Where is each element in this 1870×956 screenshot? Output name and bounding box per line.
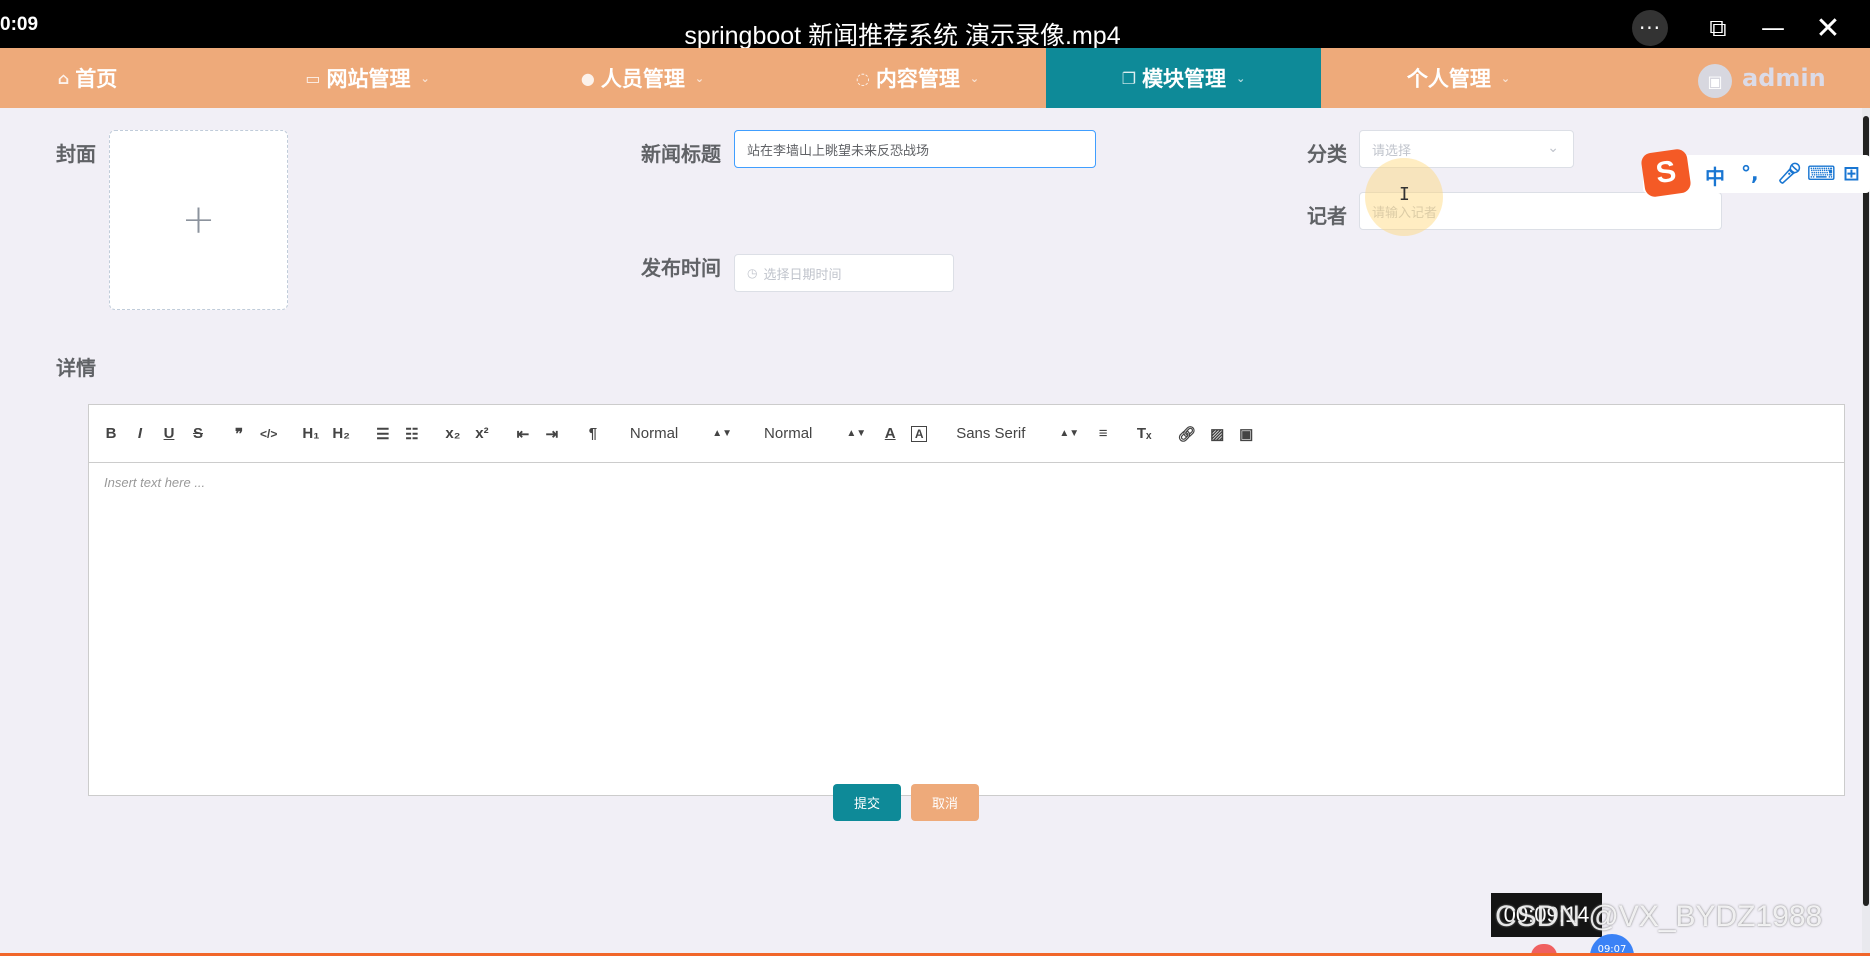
nav-item-label: 网站管理 <box>326 67 411 91</box>
copy-icon: ❐ <box>1121 68 1137 88</box>
cover-label: 封面 <box>56 142 96 166</box>
code-block-icon[interactable]: </> <box>260 427 277 441</box>
text-cursor-icon: I <box>1399 184 1410 205</box>
home-icon: ⌂ <box>57 68 70 88</box>
publish-time-label: 发布时间 <box>641 256 721 280</box>
user-icon: ● <box>580 68 595 88</box>
blockquote-icon[interactable]: ❞ <box>231 425 247 443</box>
avatar[interactable]: ▣ <box>1698 64 1732 98</box>
editor-placeholder[interactable]: Insert text here ... <box>89 463 1844 502</box>
underline-icon[interactable]: U <box>161 425 177 442</box>
more-options-button[interactable]: ··· <box>1632 10 1668 46</box>
picture-in-picture-icon[interactable]: ⧉ <box>1700 10 1736 46</box>
cover-uploader[interactable]: + <box>109 130 288 310</box>
nav-item-label: 内容管理 <box>875 67 960 91</box>
scrollbar-thumb[interactable] <box>1863 116 1869 906</box>
nav-item-home[interactable]: ⌂ 首页 <box>0 48 175 108</box>
nav-item-content-management[interactable]: ◌ 内容管理 ⌄ <box>780 48 1055 108</box>
italic-icon[interactable]: I <box>132 425 148 442</box>
up-down-icon: ▲▼ <box>1059 428 1080 439</box>
player-title-bar: 0:09 springboot 新闻推荐系统 演示录像.mp4 ··· ⧉ — … <box>0 0 1870 50</box>
strike-icon[interactable]: S <box>190 425 206 442</box>
nav-item-personal-management[interactable]: 个人管理 ⌄ <box>1321 48 1596 108</box>
minimize-button[interactable]: — <box>1755 10 1791 46</box>
nav-item-label: 首页 <box>75 67 118 91</box>
ime-mode-toggle[interactable]: 中 <box>1705 161 1725 190</box>
chat-icon: ◌ <box>855 68 870 88</box>
header-1-icon[interactable]: H₁ <box>302 425 319 442</box>
nav-item-module-management[interactable]: ❐ 模块管理 ⌄ <box>1046 48 1321 108</box>
size-select-value: Normal <box>764 425 813 442</box>
image-icon[interactable]: ▨ <box>1209 425 1225 443</box>
nav-item-label: 个人管理 <box>1406 67 1491 91</box>
chevron-down-icon: ⌄ <box>694 71 705 85</box>
chevron-down-icon: ⌄ <box>420 71 430 85</box>
submit-button[interactable]: 提交 <box>833 784 901 821</box>
punctuation-icon[interactable]: °, <box>1741 161 1759 185</box>
superscript-icon[interactable]: x² <box>474 425 490 442</box>
rich-text-editor: B I U S ❞ </> H₁ H₂ ☰ ☷ x₂ x² ⇤ ⇥ ¶ Norm… <box>88 404 1845 796</box>
news-form-page: 封面 + 新闻标题 站在李墙山上眺望未来反恐战场 分类 请选择 ⌄ 记者 请输入… <box>0 108 1862 956</box>
link-icon[interactable]: 🔗︎ <box>1177 425 1196 443</box>
font-select[interactable]: Sans Serif ▲▼ <box>956 425 1079 442</box>
clock-icon: ◷ <box>747 266 758 280</box>
nav-item-label: 模块管理 <box>1142 67 1227 91</box>
up-down-icon: ▲▼ <box>846 428 867 439</box>
nav-item-label: 人员管理 <box>600 67 685 91</box>
cancel-button[interactable]: 取消 <box>911 784 979 821</box>
subscript-icon[interactable]: x₂ <box>445 425 461 442</box>
header-select[interactable]: Normal ▲▼ <box>630 425 732 442</box>
header-select-value: Normal <box>629 425 679 442</box>
chevron-down-icon: ⌄ <box>1547 139 1559 155</box>
page-scrollbar[interactable] <box>1862 108 1870 956</box>
monitor-icon: ▭ <box>305 68 321 88</box>
bold-icon[interactable]: B <box>103 425 119 442</box>
publish-time-picker[interactable]: ◷ 选择日期时间 <box>734 254 954 292</box>
username[interactable]: admin <box>1742 64 1826 92</box>
align-icon[interactable]: ≡ <box>1095 425 1111 442</box>
detail-label: 详情 <box>56 356 96 380</box>
category-label: 分类 <box>1307 142 1347 166</box>
keyboard-icon[interactable]: ⌨ <box>1807 161 1836 185</box>
outdent-icon[interactable]: ⇤ <box>515 425 531 443</box>
font-color-icon[interactable]: A <box>882 425 898 442</box>
clear-format-icon[interactable]: Tₓ <box>1136 425 1152 442</box>
ime-toolbar: S 中 °, 🎤︎ ⌨ ⊞ <box>1640 148 1870 198</box>
ordered-list-icon[interactable]: ☰ <box>375 425 391 443</box>
microphone-icon[interactable]: 🎤︎ <box>1777 161 1802 185</box>
chevron-down-icon: ⌄ <box>969 71 980 85</box>
indent-icon[interactable]: ⇥ <box>544 425 560 443</box>
news-title-label: 新闻标题 <box>641 142 721 166</box>
plus-icon: + <box>181 197 216 243</box>
reporter-label: 记者 <box>1307 204 1347 228</box>
bullet-list-icon[interactable]: ☷ <box>404 425 420 443</box>
video-title: springboot 新闻推荐系统 演示录像.mp4 <box>684 22 1121 50</box>
sogou-logo-icon[interactable]: S <box>1640 148 1692 198</box>
editor-toolbar: B I U S ❞ </> H₁ H₂ ☰ ☷ x₂ x² ⇤ ⇥ ¶ Norm… <box>89 405 1844 463</box>
news-title-input[interactable]: 站在李墙山上眺望未来反恐战场 <box>734 130 1096 168</box>
nav-item-people-management[interactable]: ● 人员管理 ⌄ <box>505 48 780 108</box>
toolbox-icon[interactable]: ⊞ <box>1843 161 1860 185</box>
category-placeholder: 请选择 <box>1372 142 1412 158</box>
video-icon[interactable]: ▣ <box>1238 425 1254 443</box>
watermark: CSDN @VX_BYDZ1988 <box>1495 900 1823 933</box>
text-direction-icon[interactable]: ¶ <box>585 425 601 442</box>
size-select[interactable]: Normal ▲▼ <box>764 425 866 442</box>
top-nav: ⌂ 首页 ▭ 网站管理 ⌄ ● 人员管理 ⌄ ◌ 内容管理 ⌄ ❐ 模块管理 ⌄… <box>0 48 1870 108</box>
nav-item-site-management[interactable]: ▭ 网站管理 ⌄ <box>230 48 505 108</box>
close-button[interactable]: ✕ <box>1810 10 1846 46</box>
background-color-icon[interactable]: A <box>911 425 928 442</box>
font-select-value: Sans Serif <box>956 425 1026 442</box>
chevron-down-icon: ⌄ <box>1236 71 1246 85</box>
publish-time-placeholder: 选择日期时间 <box>763 266 842 282</box>
up-down-icon: ▲▼ <box>712 428 733 439</box>
header-2-icon[interactable]: H₂ <box>332 425 350 442</box>
chevron-down-icon: ⌄ <box>1500 71 1511 85</box>
